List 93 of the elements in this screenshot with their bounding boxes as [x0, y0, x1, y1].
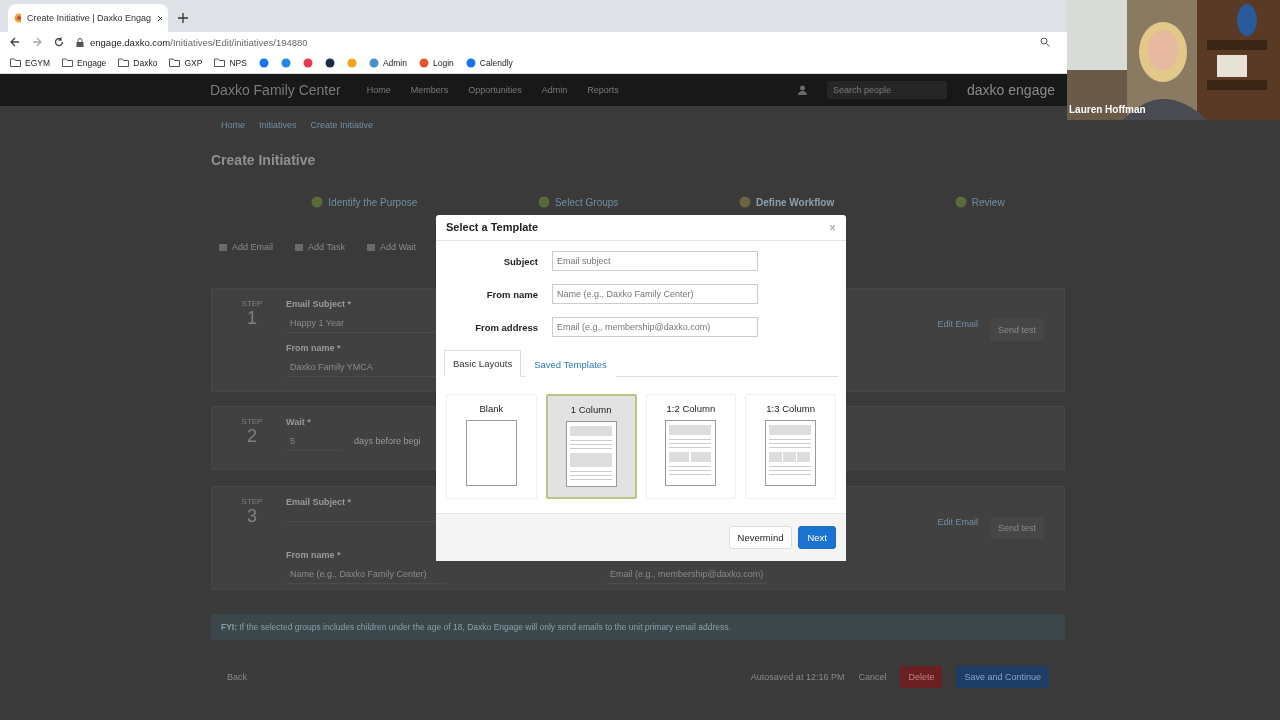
send-test-button[interactable]: Send test [989, 517, 1044, 539]
layout-thumbnail-icon [765, 420, 817, 486]
url-text: engage.daxko.com/Initiatives/Edit/initiatives/194880 [90, 36, 308, 48]
toolbar-button[interactable]: Add Email [219, 242, 274, 252]
breadcrumb-link[interactable]: Create Initiative [310, 120, 374, 130]
folder-icon [169, 58, 181, 67]
template-card[interactable]: 1 Column [545, 394, 637, 499]
wizard-step[interactable]: Review [954, 196, 1005, 208]
bookmark[interactable]: Admin [368, 57, 407, 68]
template-card[interactable]: Blank [446, 394, 537, 499]
bookmark[interactable]: EGYM [10, 57, 51, 68]
field-label: Subject [502, 255, 538, 267]
search-field[interactable]: Search people [827, 81, 948, 99]
input-field[interactable]: Email (e.g., membership@daxko.com) [552, 317, 758, 337]
logo: daxko engage [967, 82, 1055, 98]
step-icon [537, 196, 550, 208]
template-card[interactable]: 1:2 Column [645, 394, 737, 499]
bookmark[interactable]: NPS [214, 57, 247, 68]
step-icon [311, 196, 324, 208]
toolbar-button[interactable]: Add Wait [366, 242, 417, 252]
lock-icon [76, 37, 84, 47]
nevermind-button[interactable]: Nevermind [728, 526, 793, 549]
template-card[interactable]: 1:3 Column [745, 394, 836, 499]
toolbar-icon [366, 243, 375, 251]
folder-icon [214, 58, 226, 67]
dialog-title: Select a Template [446, 221, 539, 234]
input-field[interactable]: Email subject [552, 251, 758, 271]
nav-link[interactable]: Reports [587, 85, 619, 95]
person-icon [798, 85, 808, 95]
folder-icon [118, 58, 130, 67]
tab-title: Create Initiative | Daxko Engag [27, 13, 151, 23]
back-link[interactable]: Back [227, 672, 247, 682]
days-text: days before begi [354, 436, 421, 446]
nav-link[interactable]: Home [366, 85, 391, 95]
step-number: 2 [247, 426, 257, 447]
back-arrow-icon[interactable] [10, 37, 20, 47]
page-title: Create Initiative [211, 152, 317, 168]
toolbar-button[interactable]: Add Task [295, 242, 345, 252]
brand-name[interactable]: Daxko Family Center [210, 82, 341, 98]
step-icon [954, 196, 967, 208]
bookmark[interactable]: GXP [169, 57, 203, 68]
tab[interactable]: Basic Layouts [444, 350, 522, 377]
save-button[interactable]: Save and Continue [956, 666, 1049, 688]
bookmark[interactable]: Engage [62, 57, 107, 68]
nav-link[interactable]: Members [410, 85, 449, 95]
close-icon[interactable] [157, 14, 162, 22]
layout-thumbnail-icon [565, 421, 617, 487]
days-field[interactable]: 5 [286, 431, 342, 451]
info-banner: FYI: If the selected groups includes children under the age of 18, Daxko Engage will only send emails to the unit primary email address. [211, 614, 1065, 640]
field-label: Email Subject * [286, 497, 352, 507]
new-tab-icon[interactable] [178, 13, 188, 23]
folder-icon [10, 58, 21, 67]
field-label: From address [474, 321, 538, 333]
bookmark[interactable]: Daxko [118, 57, 158, 68]
input-field[interactable]: Name (e.g., Daxko Family Center) [552, 284, 758, 304]
edit-email-link[interactable]: Edit Email [937, 517, 978, 527]
step-icon [739, 196, 751, 208]
field-label: From name * [286, 550, 341, 560]
layout-thumbnail-icon [465, 420, 517, 486]
next-button[interactable]: Next [798, 526, 836, 549]
edit-email-link[interactable]: Edit Email [937, 319, 978, 329]
delete-button[interactable]: Delete [900, 666, 943, 688]
wizard-step[interactable]: Identify the Purpose [311, 196, 418, 208]
nav-link[interactable]: Admin [541, 85, 568, 95]
folder-icon [62, 58, 74, 67]
wizard-step[interactable]: Select Groups [537, 196, 619, 208]
field-label: Wait * [286, 417, 311, 427]
from-name-field[interactable]: Name (e.g., Daxko Family Center) [286, 564, 446, 584]
layout-thumbnail-icon [665, 420, 717, 486]
participant-name: Lauren Hoffman [1069, 104, 1146, 115]
bookmark[interactable]: Login [418, 57, 454, 68]
address-field[interactable]: Email (e.g., membership@daxko.com) [606, 564, 768, 584]
bookmark-icon[interactable] [324, 57, 335, 68]
cancel-link[interactable]: Cancel [858, 672, 887, 682]
autosave-text: Autosaved at 12:16 PM [750, 672, 845, 682]
breadcrumb-link[interactable]: Home [221, 120, 245, 130]
field-label: From name [485, 288, 538, 300]
nav-link[interactable]: Opportunities [468, 85, 522, 95]
site-icon [14, 13, 22, 23]
toolbar-icon [219, 243, 227, 251]
zoom-icon[interactable] [1040, 37, 1050, 47]
close-button[interactable]: × [829, 221, 836, 234]
toolbar-icon [295, 243, 304, 251]
step-number: 1 [247, 308, 257, 329]
send-test-button[interactable]: Send test [989, 319, 1044, 341]
browser-tab[interactable]: Create Initiative | Daxko Engag [8, 4, 168, 32]
breadcrumb-link[interactable]: Initiatives [259, 120, 297, 130]
field-label: Email Subject * [286, 299, 352, 309]
bookmark[interactable]: Calendly [465, 57, 513, 68]
step-number: 3 [247, 506, 257, 527]
field-label: From name * [286, 343, 341, 353]
wizard-step[interactable]: Define Workflow [739, 196, 835, 208]
reload-icon[interactable] [54, 37, 64, 47]
